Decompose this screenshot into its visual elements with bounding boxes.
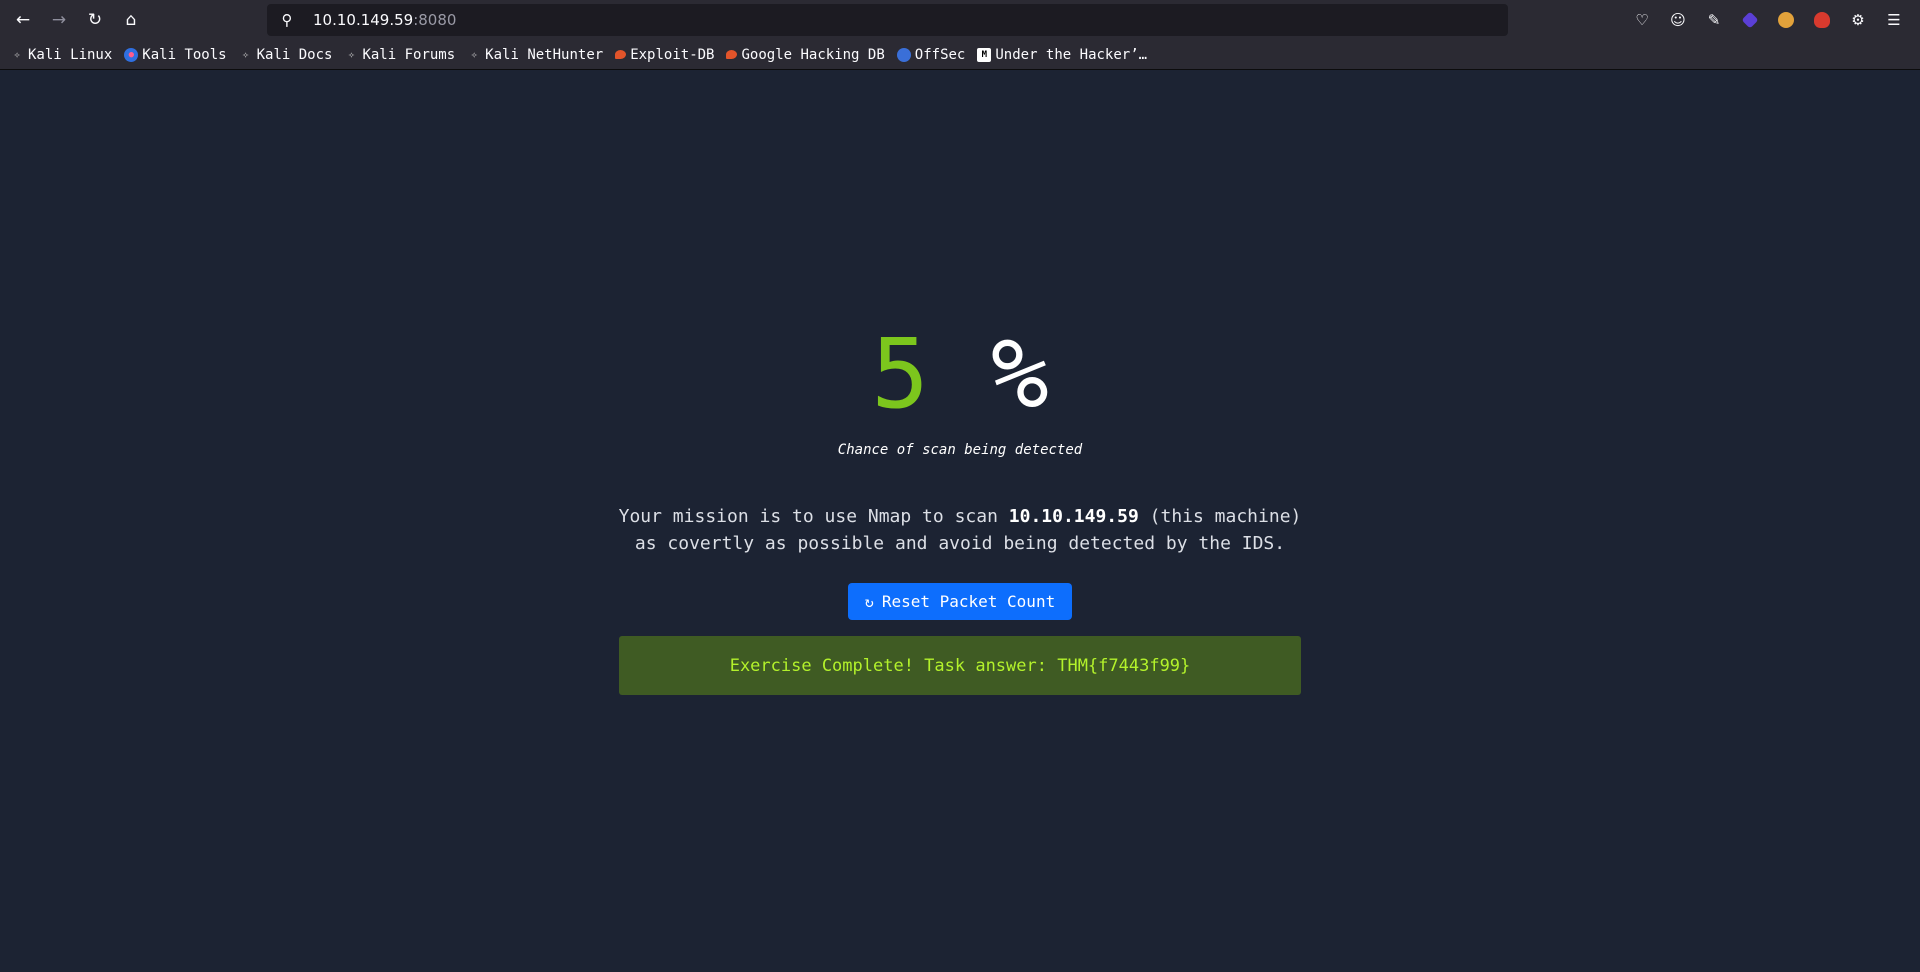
detection-meter: 5 % xyxy=(0,326,1920,422)
search-icon: ⚲ xyxy=(281,11,293,29)
url-host: 10.10.149.59 xyxy=(313,11,414,29)
bookmark-under-the-hacker[interactable]: M Under the Hacker’… xyxy=(977,47,1147,63)
bookmark-label: Kali NetHunter xyxy=(485,46,604,63)
bookmark-label: Under the Hacker’… xyxy=(995,46,1148,63)
account-icon[interactable]: ☺ xyxy=(1660,2,1696,38)
reset-packet-count-button[interactable]: ↻ Reset Packet Count xyxy=(848,583,1072,620)
reload-icon[interactable]: ↻ xyxy=(77,2,113,38)
exploit-db-icon xyxy=(615,50,627,59)
bookmark-kali-linux[interactable]: ✧ Kali Linux xyxy=(10,46,113,63)
bookmark-label: Kali Forums xyxy=(362,46,456,63)
toolbar-actions: ♡ ☺ ✎ ⚙ ☰ xyxy=(1624,2,1912,38)
exercise-complete-alert: Exercise Complete! Task answer: THM{f744… xyxy=(619,636,1301,695)
bookmark-label: Exploit-DB xyxy=(630,46,715,63)
url-port: :8080 xyxy=(413,11,457,29)
extension-gear-icon[interactable]: ⚙ xyxy=(1840,2,1876,38)
browser-toolbar: ← → ↻ ⌂ ⚲ 10.10.149.59:8080 ♡ ☺ ✎ ⚙ ☰ xyxy=(0,0,1920,40)
kali-tools-icon: ● xyxy=(124,47,139,62)
url-bar[interactable]: ⚲ 10.10.149.59:8080 xyxy=(267,4,1508,36)
target-ip: 10.10.149.59 xyxy=(1008,506,1139,527)
kali-dragon-icon: ✧ xyxy=(470,48,478,61)
url-text[interactable]: 10.10.149.59:8080 xyxy=(313,11,456,29)
extension-devil-icon[interactable] xyxy=(1804,2,1840,38)
bookmark-exploit-db[interactable]: Exploit-DB xyxy=(615,47,714,63)
kali-dragon-icon: ✧ xyxy=(348,48,355,61)
mission-text: Your mission is to use Nmap to scan 10.1… xyxy=(0,503,1920,557)
back-arrow-icon[interactable]: ← xyxy=(5,2,41,38)
reset-button-label: Reset Packet Count xyxy=(881,592,1056,611)
bookmark-kali-tools[interactable]: ● Kali Tools xyxy=(124,46,227,63)
menu-icon[interactable]: ☰ xyxy=(1876,2,1912,38)
kali-dragon-icon: ✧ xyxy=(242,48,249,61)
extensions-icon[interactable]: ✎ xyxy=(1696,2,1732,38)
bookmark-label: Kali Tools xyxy=(142,46,227,63)
bookmark-label: OffSec xyxy=(914,46,966,63)
offsec-icon xyxy=(896,47,911,62)
extension-cookie-icon[interactable] xyxy=(1768,2,1804,38)
exploit-db-icon xyxy=(726,50,738,59)
medium-icon: M xyxy=(977,47,992,62)
page-content: 5 % Chance of scan being detected Your m… xyxy=(0,71,1920,972)
mission-suffix: (this machine) xyxy=(1138,506,1302,527)
forward-arrow-icon[interactable]: → xyxy=(41,2,77,38)
mission-line-1: Your mission is to use Nmap to scan 10.1… xyxy=(0,503,1920,530)
mission-prefix: Your mission is to use Nmap to scan xyxy=(618,506,1009,527)
bookmark-google-hacking-db[interactable]: Google Hacking DB xyxy=(726,46,885,63)
extension-purple-icon[interactable] xyxy=(1732,2,1768,38)
home-icon[interactable]: ⌂ xyxy=(113,2,149,38)
nav-buttons: ← → ↻ ⌂ xyxy=(5,2,149,38)
bookmark-label: Kali Docs xyxy=(256,46,333,63)
pocket-icon[interactable]: ♡ xyxy=(1624,2,1660,38)
detection-caption: Chance of scan being detected xyxy=(837,442,1083,458)
mission-line-2: as covertly as possible and avoid being … xyxy=(634,533,1286,554)
bookmark-label: Kali Linux xyxy=(28,46,113,63)
bookmarks-bar: ✧ Kali Linux ● Kali Tools ✧ Kali Docs ✧ … xyxy=(0,40,1920,70)
bookmark-offsec[interactable]: OffSec xyxy=(896,46,966,63)
bookmark-kali-forums[interactable]: ✧ Kali Forums xyxy=(344,47,455,63)
detection-percent-value: 5 xyxy=(871,318,929,430)
bookmark-kali-nethunter[interactable]: ✧ Kali NetHunter xyxy=(467,47,603,63)
bookmark-label: Google Hacking DB xyxy=(741,46,885,63)
kali-dragon-icon: ✧ xyxy=(13,48,21,61)
refresh-icon: ↻ xyxy=(864,592,874,611)
percent-sign: % xyxy=(991,318,1049,430)
exercise-complete-message: Exercise Complete! Task answer: THM{f744… xyxy=(729,655,1191,676)
bookmark-kali-docs[interactable]: ✧ Kali Docs xyxy=(239,46,333,63)
